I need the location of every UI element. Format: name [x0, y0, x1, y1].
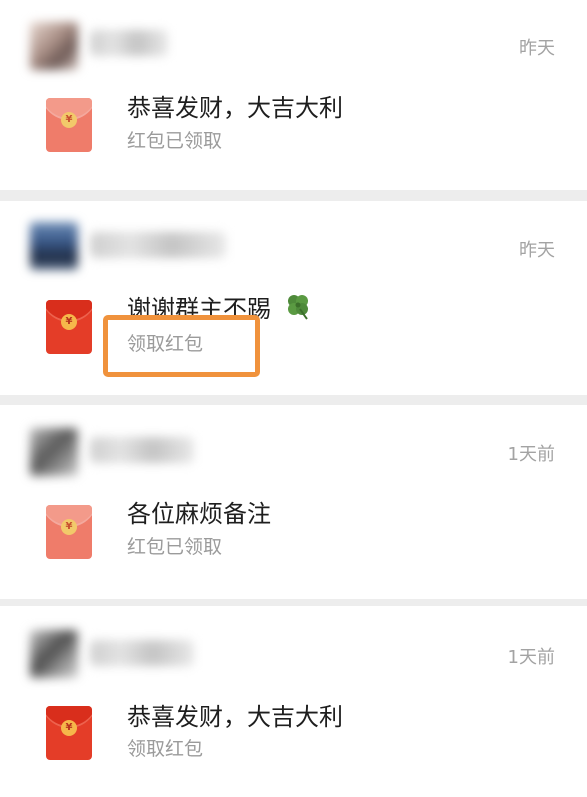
sender-name-blurred[interactable]: [90, 232, 226, 258]
avatar[interactable]: [30, 222, 78, 270]
red-envelope-icon[interactable]: ¥: [46, 505, 92, 559]
red-envelope-icon[interactable]: ¥: [46, 98, 92, 152]
red-envelope-message[interactable]: 各位麻烦备注: [127, 494, 271, 529]
claim-red-envelope-link[interactable]: 领取红包: [127, 734, 203, 761]
avatar[interactable]: [30, 630, 78, 678]
message-time: 昨天: [519, 38, 555, 59]
message-time: 1天前: [507, 647, 555, 668]
avatar[interactable]: [30, 22, 78, 70]
sender-name-blurred[interactable]: [90, 640, 194, 666]
red-envelope-message[interactable]: 恭喜发财，大吉大利: [127, 88, 343, 123]
sender-name-blurred[interactable]: [90, 30, 168, 56]
coin-icon: ¥: [61, 720, 77, 736]
message-card: [0, 405, 587, 599]
red-envelope-icon[interactable]: ¥: [46, 300, 92, 354]
red-envelope-status: 红包已领取: [127, 130, 223, 152]
red-envelope-status: 红包已领取: [127, 536, 223, 558]
four-leaf-clover-icon: [288, 295, 308, 320]
message-time: 昨天: [519, 240, 555, 261]
coin-icon: ¥: [61, 519, 77, 535]
coin-icon: ¥: [61, 314, 77, 330]
coin-icon: ¥: [61, 112, 77, 128]
avatar[interactable]: [30, 428, 78, 476]
highlight-box: [103, 315, 260, 377]
red-envelope-icon[interactable]: ¥: [46, 706, 92, 760]
sender-name-blurred[interactable]: [90, 437, 194, 463]
red-envelope-message[interactable]: 恭喜发财，大吉大利: [127, 697, 343, 732]
message-time: 1天前: [507, 444, 555, 465]
